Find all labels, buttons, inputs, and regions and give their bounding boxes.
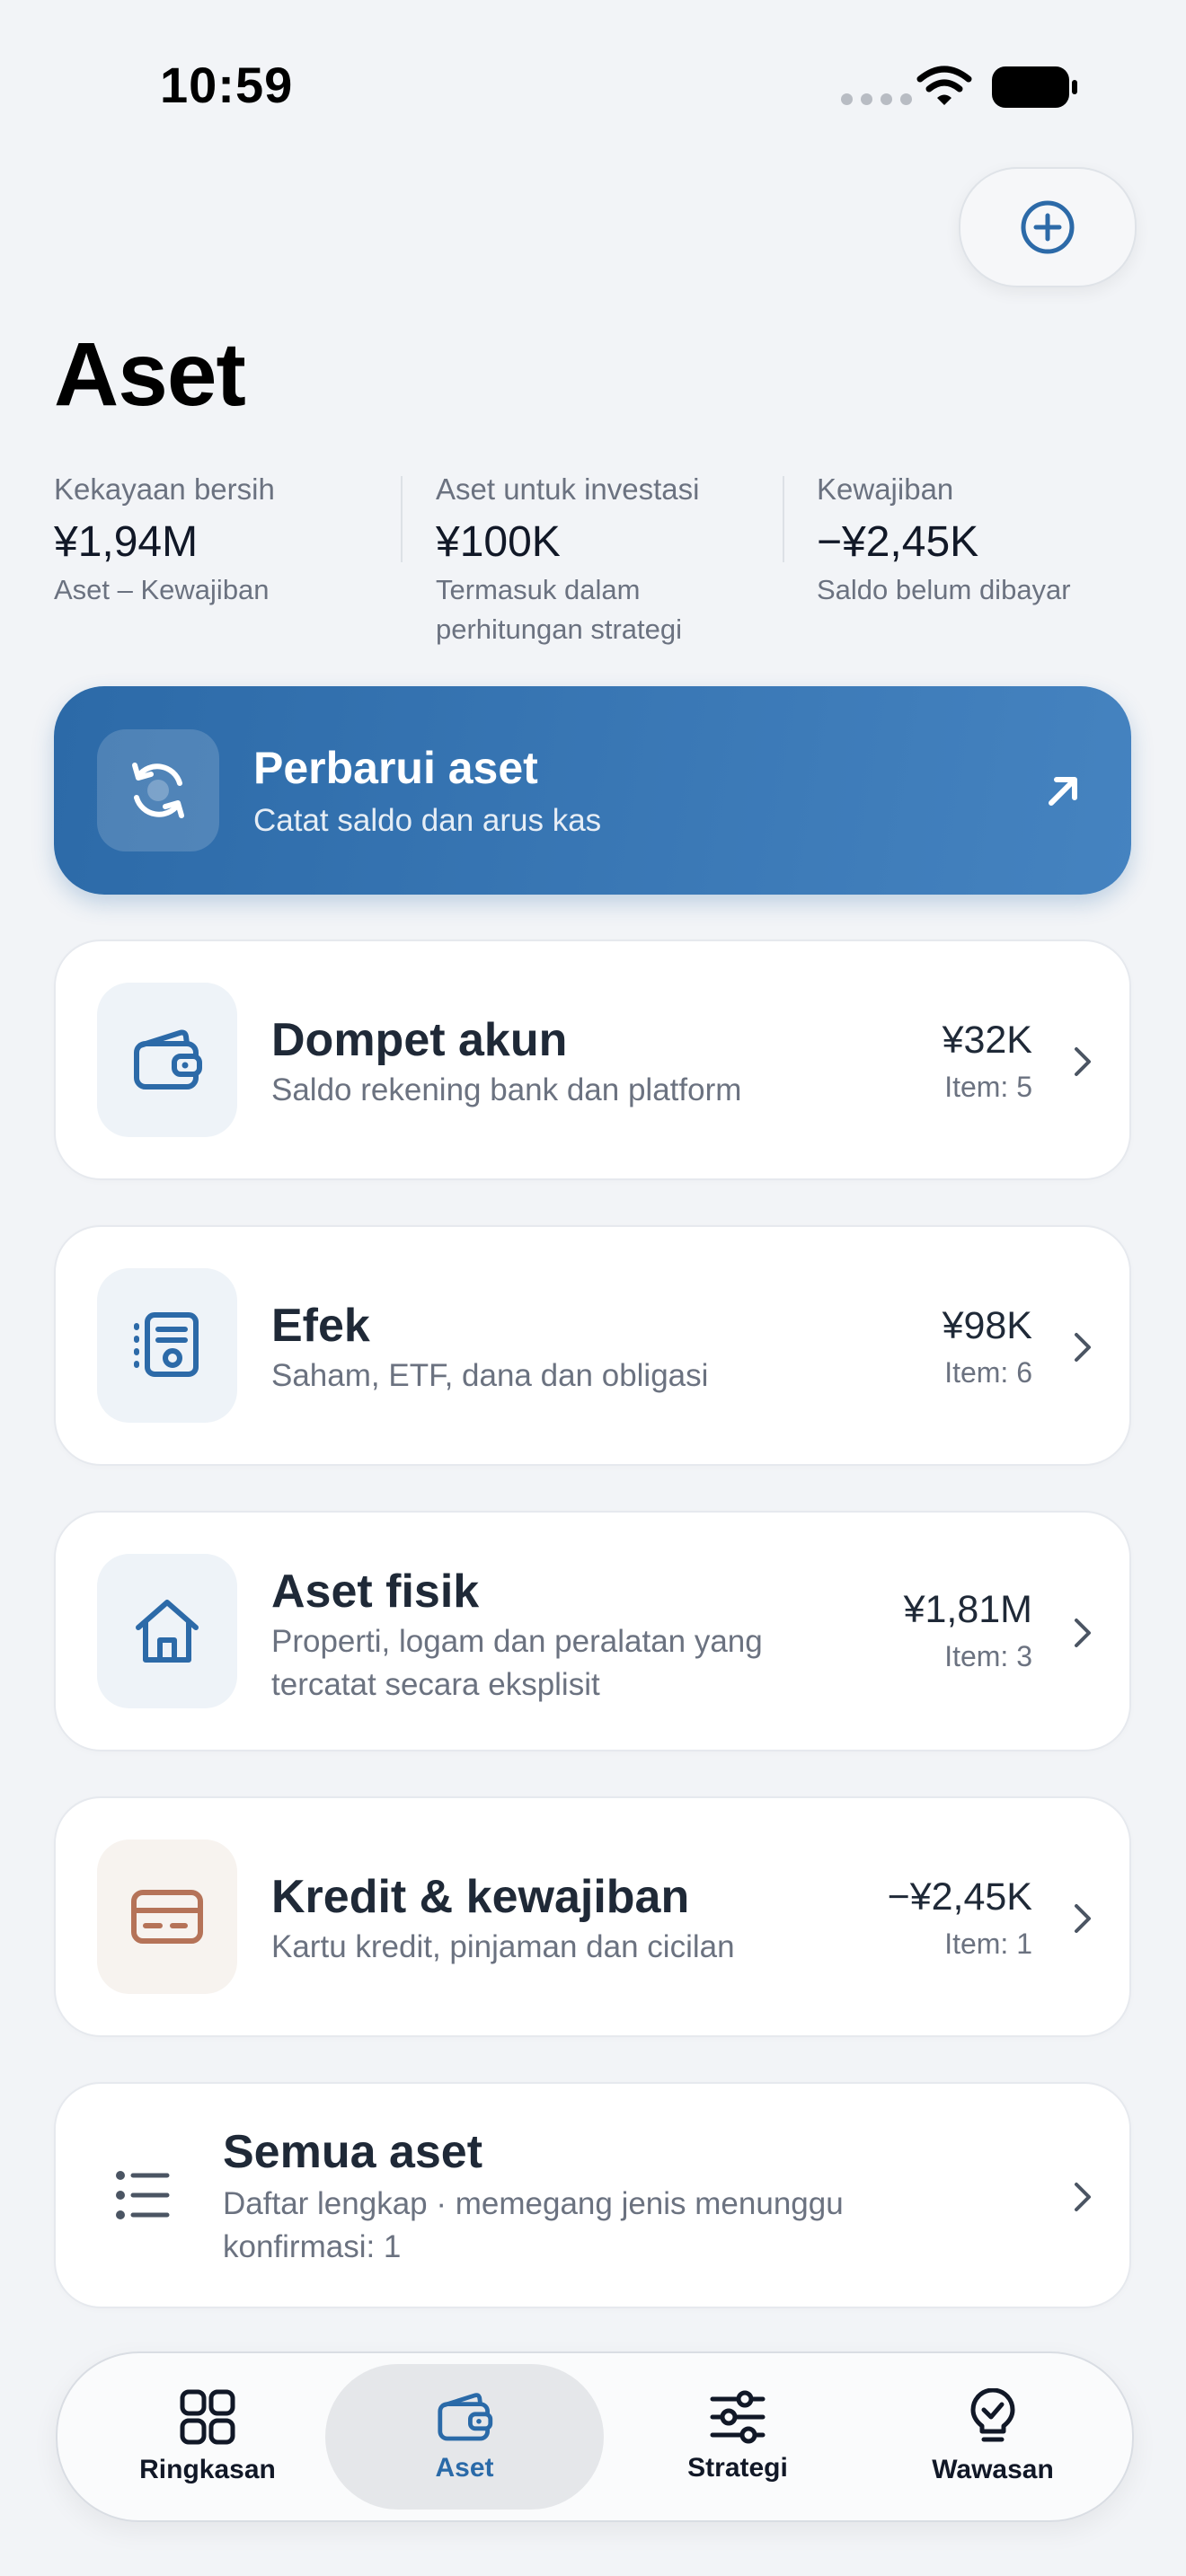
summary-divider xyxy=(401,476,403,562)
battery-icon xyxy=(992,66,1077,108)
cellular-signal-icon xyxy=(841,93,912,105)
house-icon xyxy=(136,1600,199,1663)
summary-label: Kewajiban xyxy=(817,472,954,506)
summary-sub: Saldo belum dibayar xyxy=(817,574,1071,605)
arrow-up-right-icon xyxy=(1049,777,1077,806)
category-amount: ¥32K xyxy=(942,1019,1032,1062)
summary-liabilities: Kewajiban −¥2,45K Saldo belum dibayar xyxy=(817,472,1140,610)
tab-label: Aset xyxy=(435,2453,494,2483)
category-amount: −¥2,45K xyxy=(887,1875,1032,1919)
category-item-count: Item: 3 xyxy=(944,1640,1032,1672)
chevron-right-icon xyxy=(1075,1047,1091,1076)
summary-divider xyxy=(783,476,784,562)
category-card-wallet[interactable]: Dompet akun Saldo rekening bank dan plat… xyxy=(54,940,1131,1180)
category-title: Efek xyxy=(271,1300,370,1352)
category-icon-box xyxy=(97,983,237,1137)
category-icon-box xyxy=(97,1554,237,1708)
chevron-right-icon xyxy=(1075,1333,1091,1362)
category-title: Kredit & kewajiban xyxy=(271,1871,690,1923)
chevron-right-icon xyxy=(1075,2183,1091,2211)
page-title: Aset xyxy=(54,324,246,425)
tab-label: Wawasan xyxy=(932,2455,1054,2484)
refresh-icon xyxy=(132,763,184,818)
category-icon-box xyxy=(97,1268,237,1423)
update-title: Perbarui aset xyxy=(253,743,538,793)
tab-label: Strategi xyxy=(687,2453,788,2483)
summary-net-worth: Kekayaan bersih ¥1,94M Aset – Kewajiban xyxy=(54,472,395,610)
tab-bar: Ringkasan Aset Strategi Wawasan xyxy=(56,2351,1134,2522)
category-subtitle: Saham, ETF, dana dan obligasi xyxy=(271,1358,709,1393)
summary-sub: Termasuk dalam perhitungan strategi xyxy=(436,574,683,645)
chevron-right-icon xyxy=(1075,1619,1091,1647)
credit-card-icon xyxy=(131,1890,203,1944)
category-card-credit-liabilities[interactable]: Kredit & kewajiban Kartu kredit, pinjama… xyxy=(54,1796,1131,2037)
wallet-icon xyxy=(134,1029,202,1090)
category-title: Dompet akun xyxy=(271,1014,568,1066)
wifi-icon xyxy=(916,66,972,105)
wallet-icon xyxy=(438,2393,493,2441)
summary-investable-assets: Aset untuk investasi ¥100K Termasuk dala… xyxy=(436,472,768,649)
category-item-count: Item: 1 xyxy=(944,1928,1032,1960)
category-item-count: Item: 6 xyxy=(944,1356,1032,1389)
update-assets-card[interactable]: Perbarui aset Catat saldo dan arus kas xyxy=(54,686,1131,895)
chevron-right-icon xyxy=(1075,1904,1091,1933)
category-icon-box xyxy=(97,1839,237,1994)
summary-sub: Aset – Kewajiban xyxy=(54,574,270,605)
all-assets-subtitle: Daftar lengkap · memegang jenis menunggu… xyxy=(223,2186,844,2264)
tab-label: Ringkasan xyxy=(139,2455,276,2484)
update-icon-box xyxy=(97,729,219,851)
add-asset-button[interactable] xyxy=(959,167,1137,287)
summary-value: −¥2,45K xyxy=(817,518,979,566)
summary-label: Aset untuk investasi xyxy=(436,472,700,506)
category-subtitle: Saldo rekening bank dan platform xyxy=(271,1072,742,1107)
list-icon xyxy=(116,2171,170,2219)
all-assets-card[interactable]: Semua aset Daftar lengkap · memegang jen… xyxy=(54,2082,1131,2308)
category-amount: ¥98K xyxy=(942,1304,1032,1347)
tab-ringkasan[interactable]: Ringkasan xyxy=(77,2353,338,2520)
category-card-securities[interactable]: Efek Saham, ETF, dana dan obligasi ¥98K … xyxy=(54,1225,1131,1466)
status-time: 10:59 xyxy=(160,57,294,113)
tab-wawasan[interactable]: Wawasan xyxy=(863,2353,1123,2520)
category-card-physical-assets[interactable]: Aset fisik Properti, logam dan peralatan… xyxy=(54,1511,1131,1751)
all-assets-title: Semua aset xyxy=(223,2126,483,2178)
category-title: Aset fisik xyxy=(271,1566,480,1618)
tab-strategi[interactable]: Strategi xyxy=(607,2353,868,2520)
summary-value: ¥100K xyxy=(436,518,561,566)
lightbulb-icon xyxy=(970,2388,1015,2442)
document-icon xyxy=(134,1312,199,1377)
category-subtitle: Kartu kredit, pinjaman dan cicilan xyxy=(271,1929,735,1964)
summary-value: ¥1,94M xyxy=(54,518,199,566)
grid-icon xyxy=(180,2389,235,2445)
category-subtitle: Properti, logam dan peralatan yang terca… xyxy=(271,1624,763,1702)
sliders-icon xyxy=(710,2390,766,2444)
tab-aset[interactable]: Aset xyxy=(325,2353,604,2520)
category-amount: ¥1,81M xyxy=(903,1588,1032,1631)
summary-label: Kekayaan bersih xyxy=(54,472,275,506)
category-item-count: Item: 5 xyxy=(944,1071,1032,1103)
plus-circle-icon xyxy=(1021,200,1075,254)
update-subtitle: Catat saldo dan arus kas xyxy=(253,803,602,838)
